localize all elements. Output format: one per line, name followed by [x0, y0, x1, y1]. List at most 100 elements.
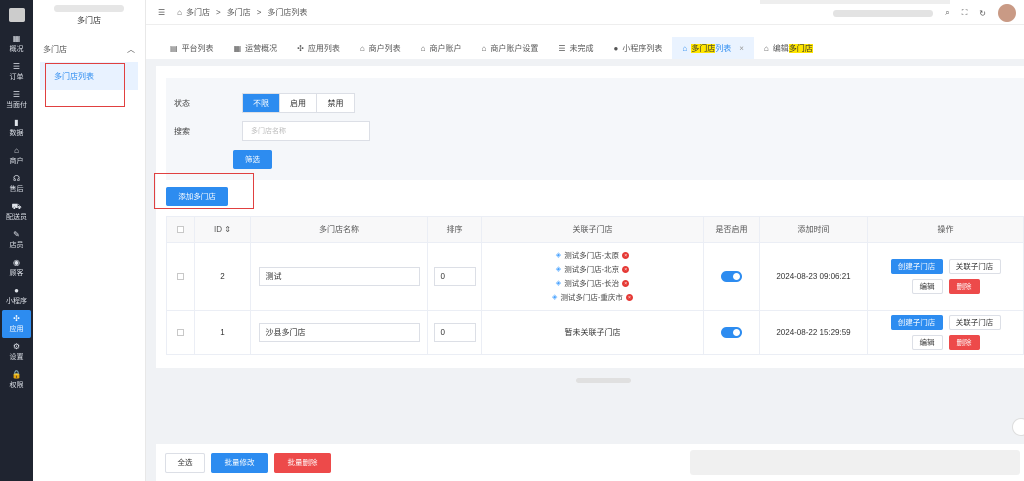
nav-icon: ✣	[13, 314, 20, 323]
tab-app-list[interactable]: ✣ 应用列表	[287, 37, 350, 59]
nav-icon: ▮	[14, 118, 19, 127]
row-checkbox[interactable]	[177, 329, 184, 336]
link-sub-store-button[interactable]: 关联子门店	[948, 315, 1001, 330]
edit-button[interactable]: 编辑	[911, 279, 943, 294]
link-sub-store-button[interactable]: 关联子门店	[948, 259, 1001, 274]
nav-item[interactable]: ▦ 概况	[0, 30, 33, 58]
tab-merchant-list[interactable]: ⌂ 商户列表	[350, 37, 411, 59]
remove-icon[interactable]: ×	[625, 294, 633, 301]
shop-name: 测试多门店-太原	[564, 250, 620, 260]
fullscreen-icon[interactable]: ⛶	[962, 8, 968, 18]
nav-item[interactable]: ☰ 订单	[0, 58, 33, 86]
nav-item[interactable]: 🔒 权限	[0, 366, 33, 394]
status-option-enabled[interactable]: 启用	[280, 94, 317, 112]
nav-label: 数据	[9, 130, 24, 137]
nav-icon: ⌂	[14, 146, 19, 155]
tab-platform-list[interactable]: ▤ 平台列表	[160, 37, 224, 59]
nav-label: 设置	[9, 354, 24, 361]
enabled-toggle[interactable]	[721, 327, 742, 338]
sort-input[interactable]: 0	[433, 267, 476, 286]
tab-edit-multi-store[interactable]: ⌂ 编辑多门店	[754, 37, 823, 59]
edit-button[interactable]: 编辑	[911, 335, 943, 350]
delete-button[interactable]: 删除	[948, 279, 980, 294]
row-actions: 创建子门店 关联子门店 编辑 删除	[868, 243, 1023, 310]
nav-label: 售后	[9, 186, 24, 193]
name-input[interactable]: 测试	[258, 267, 420, 286]
row-time: 2024-08-23 09:06:21	[760, 243, 868, 310]
table-header: ID ⇕ 多门店名称 排序 关联子门店 是否启用 添加时间 操作	[167, 217, 1023, 243]
breadcrumb-item[interactable]: 多门店	[186, 8, 210, 17]
refresh-icon[interactable]: ↻	[979, 9, 986, 18]
nav-item[interactable]: ✎ 店员	[0, 226, 33, 254]
row-enabled-cell	[704, 311, 760, 354]
tab-merchant-account[interactable]: ⌂ 商户账户	[411, 37, 472, 59]
batch-edit-button[interactable]: 批量修改	[211, 452, 268, 473]
status-option-all[interactable]: 不限	[243, 94, 280, 112]
nav-item[interactable]: ☊ 售后	[0, 170, 33, 198]
tab-miniprogram-list[interactable]: ● 小程序列表	[604, 37, 673, 59]
remove-icon[interactable]: ×	[622, 280, 630, 287]
search-icon[interactable]: ⌕	[945, 8, 949, 18]
row-sort-cell: 0	[428, 243, 482, 310]
tab-ops-overview[interactable]: ▦ 运营概况	[224, 37, 288, 59]
row-checkbox[interactable]	[177, 273, 184, 280]
nav-item[interactable]: ▮ 数据	[0, 114, 33, 142]
blurred-footer	[690, 450, 1020, 475]
col-id[interactable]: ID ⇕	[195, 217, 251, 242]
tab-label: 运营概况	[245, 43, 278, 53]
nav-label: 店员	[9, 242, 24, 249]
remove-icon[interactable]: ×	[622, 252, 630, 259]
table-row: 1 沙县多门店 0 暂未关联子门店 2024-08-22 15:29:59 创建…	[167, 311, 1023, 355]
tab-unfinished[interactable]: ☰ 未完成	[548, 37, 603, 59]
tab-label-prefix: 编辑	[772, 43, 789, 53]
avatar[interactable]	[998, 4, 1016, 22]
enabled-toggle[interactable]	[721, 271, 742, 282]
sub-brand-title: 多门店	[77, 15, 101, 25]
nav-item[interactable]: ⌂ 商户	[0, 142, 33, 170]
shop-icon: ◈	[555, 279, 562, 287]
sub-group-header[interactable]: 多门店 ︿	[33, 40, 145, 58]
sub-brand: 多门店	[33, 0, 145, 30]
breadcrumb-sep: >	[216, 7, 221, 17]
nav-item[interactable]: ⛟ 配送员	[0, 198, 33, 226]
nav-icon: ⛟	[11, 202, 22, 211]
batch-delete-button[interactable]: 批量删除	[274, 452, 331, 473]
no-linked-shops: 暂未关联子门店	[482, 311, 704, 354]
tab-multi-store-list[interactable]: ⌂ 多门店列表 ×	[672, 37, 754, 59]
blurred-pagination	[576, 378, 631, 383]
sort-input[interactable]: 0	[433, 323, 476, 342]
tab-bar: ▤ 平台列表 ▦ 运营概况 ✣ 应用列表 ⌂ 商户列表 ⌂ 商户账户 ⌂ 商户账户设置 ☰ 未…	[146, 25, 1024, 59]
blurred-account-name	[833, 9, 934, 17]
collapse-icon[interactable]: ☰	[158, 8, 165, 17]
status-option-disabled[interactable]: 禁用	[317, 94, 354, 112]
create-sub-store-button[interactable]: 创建子门店	[890, 315, 943, 330]
delete-button[interactable]: 删除	[948, 335, 980, 350]
app-logo	[0, 0, 33, 30]
select-all-button[interactable]: 全选	[165, 452, 205, 473]
header-checkbox[interactable]	[177, 226, 184, 233]
close-icon[interactable]: ×	[739, 44, 744, 53]
float-button[interactable]	[1012, 418, 1024, 436]
main-content: 状态 不限 启用 禁用 搜索 多门店名称 筛选 添加多门店 ID ⇕ 多门店名称…	[156, 66, 1024, 368]
table-row: 2 测试 0 ◈ 测试多门店-太原 × ◈ 测试多门店-北京 × ◈ 测试多门店-长治 × …	[167, 243, 1023, 311]
row-enabled-cell	[704, 243, 760, 310]
tab-label: 未完成	[569, 43, 594, 53]
filter-button[interactable]: 筛选	[233, 150, 272, 169]
nav-item[interactable]: ⚙ 设置	[0, 338, 33, 366]
search-label: 搜索	[174, 127, 190, 136]
nav-item[interactable]: ✣ 应用	[2, 310, 31, 338]
nav-item[interactable]: ☰ 当面付	[0, 86, 33, 114]
nav-icon: 🔒	[11, 370, 22, 379]
app-icon: ✣	[297, 43, 304, 53]
nav-label: 订单	[9, 74, 24, 81]
breadcrumb-item[interactable]: 多门店	[227, 8, 251, 17]
search-input[interactable]: 多门店名称	[242, 121, 370, 141]
nav-icon: ⚙	[12, 342, 21, 351]
remove-icon[interactable]: ×	[622, 266, 630, 273]
name-input[interactable]: 沙县多门店	[258, 323, 420, 342]
nav-item[interactable]: ◉ 顾客	[0, 254, 33, 282]
tab-merchant-account-settings[interactable]: ⌂ 商户账户设置	[472, 37, 549, 59]
nav-item[interactable]: ● 小程序	[0, 282, 33, 310]
col-enabled: 是否启用	[704, 217, 760, 242]
create-sub-store-button[interactable]: 创建子门店	[890, 259, 943, 274]
